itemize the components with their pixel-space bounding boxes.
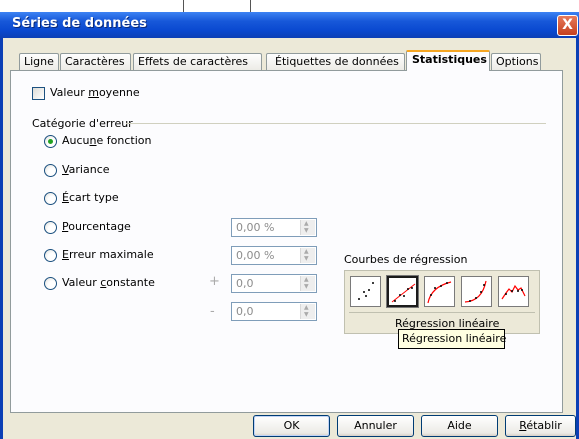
- plus-sign: +: [209, 274, 220, 289]
- mean-value-label[interactable]: Valeur moyenne: [50, 86, 140, 99]
- tab-effets-caracteres[interactable]: Effets de caractères: [133, 53, 262, 70]
- no-regression-button[interactable]: [350, 276, 381, 307]
- radio-no-function[interactable]: [44, 135, 57, 148]
- series-dialog: Séries de données X Ligne Caractères Eff…: [0, 0, 579, 439]
- regression-divider: [349, 312, 535, 313]
- tab-etiquettes-donnees[interactable]: Étiquettes de données: [266, 53, 405, 70]
- spin-arrows-icon[interactable]: ▲ ▼: [300, 304, 315, 319]
- power-regression-icon: [501, 284, 526, 300]
- regression-tooltip: Régression linéaire: [398, 329, 506, 349]
- label-percentage[interactable]: Pourcentage: [62, 220, 131, 233]
- spin-arrows-icon[interactable]: ▲ ▼: [300, 276, 315, 291]
- ok-button[interactable]: OK: [253, 415, 330, 437]
- reset-button[interactable]: Rétablir: [505, 415, 576, 437]
- radio-max-error[interactable]: [44, 249, 57, 262]
- radio-constant-value[interactable]: [44, 277, 57, 290]
- minus-sign: -: [210, 304, 215, 319]
- close-icon: X: [562, 17, 573, 33]
- regression-box: Régression linéaire: [344, 270, 540, 334]
- background-strip: [0, 0, 579, 12]
- exp-regression-icon: [464, 280, 487, 303]
- tab-caracteres[interactable]: Caractères: [60, 53, 131, 70]
- cancel-button[interactable]: Annuler: [337, 415, 414, 437]
- section-divider: [126, 123, 546, 124]
- radio-std-deviation[interactable]: [44, 192, 57, 205]
- spin-arrows-icon[interactable]: ▲ ▼: [300, 248, 315, 263]
- max-error-spinbox[interactable]: 0,00 % ▲ ▼: [231, 246, 317, 265]
- linear-regression-icon: [391, 283, 416, 303]
- label-constant-value[interactable]: Valeur constante: [62, 276, 155, 289]
- regression-heading: Courbes de régression: [344, 253, 468, 266]
- label-std-deviation[interactable]: Écart type: [62, 191, 119, 204]
- tab-ligne[interactable]: Ligne: [19, 53, 59, 70]
- spin-arrows-icon[interactable]: ▲ ▼: [300, 220, 315, 235]
- constant-minus-spinbox[interactable]: 0,0 ▲ ▼: [231, 302, 317, 321]
- mean-value-checkbox[interactable]: [32, 87, 45, 100]
- exp-regression-button[interactable]: [461, 276, 492, 307]
- percentage-spinbox[interactable]: 0,00 % ▲ ▼: [231, 218, 317, 237]
- log-regression-icon: [427, 281, 452, 304]
- power-regression-button[interactable]: [498, 276, 529, 307]
- label-max-error[interactable]: Erreur maximale: [62, 248, 154, 261]
- help-button[interactable]: Aide: [421, 415, 498, 437]
- linear-regression-button[interactable]: [386, 275, 419, 308]
- tab-statistiques[interactable]: Statistiques: [406, 50, 490, 71]
- log-regression-button[interactable]: [424, 276, 455, 307]
- radio-variance[interactable]: [44, 164, 57, 177]
- title-bar[interactable]: Séries de données X: [0, 12, 579, 38]
- tab-options[interactable]: Options: [491, 53, 541, 70]
- close-button[interactable]: X: [557, 15, 578, 36]
- label-no-function[interactable]: Aucune fonction: [62, 134, 151, 147]
- error-category-heading: Catégorie d'erreur: [32, 117, 133, 130]
- constant-plus-spinbox[interactable]: 0,0 ▲ ▼: [231, 274, 317, 293]
- window-title: Séries de données: [12, 16, 147, 31]
- label-variance[interactable]: Variance: [62, 163, 110, 176]
- radio-percentage[interactable]: [44, 221, 57, 234]
- no-regression-icon: [358, 282, 374, 300]
